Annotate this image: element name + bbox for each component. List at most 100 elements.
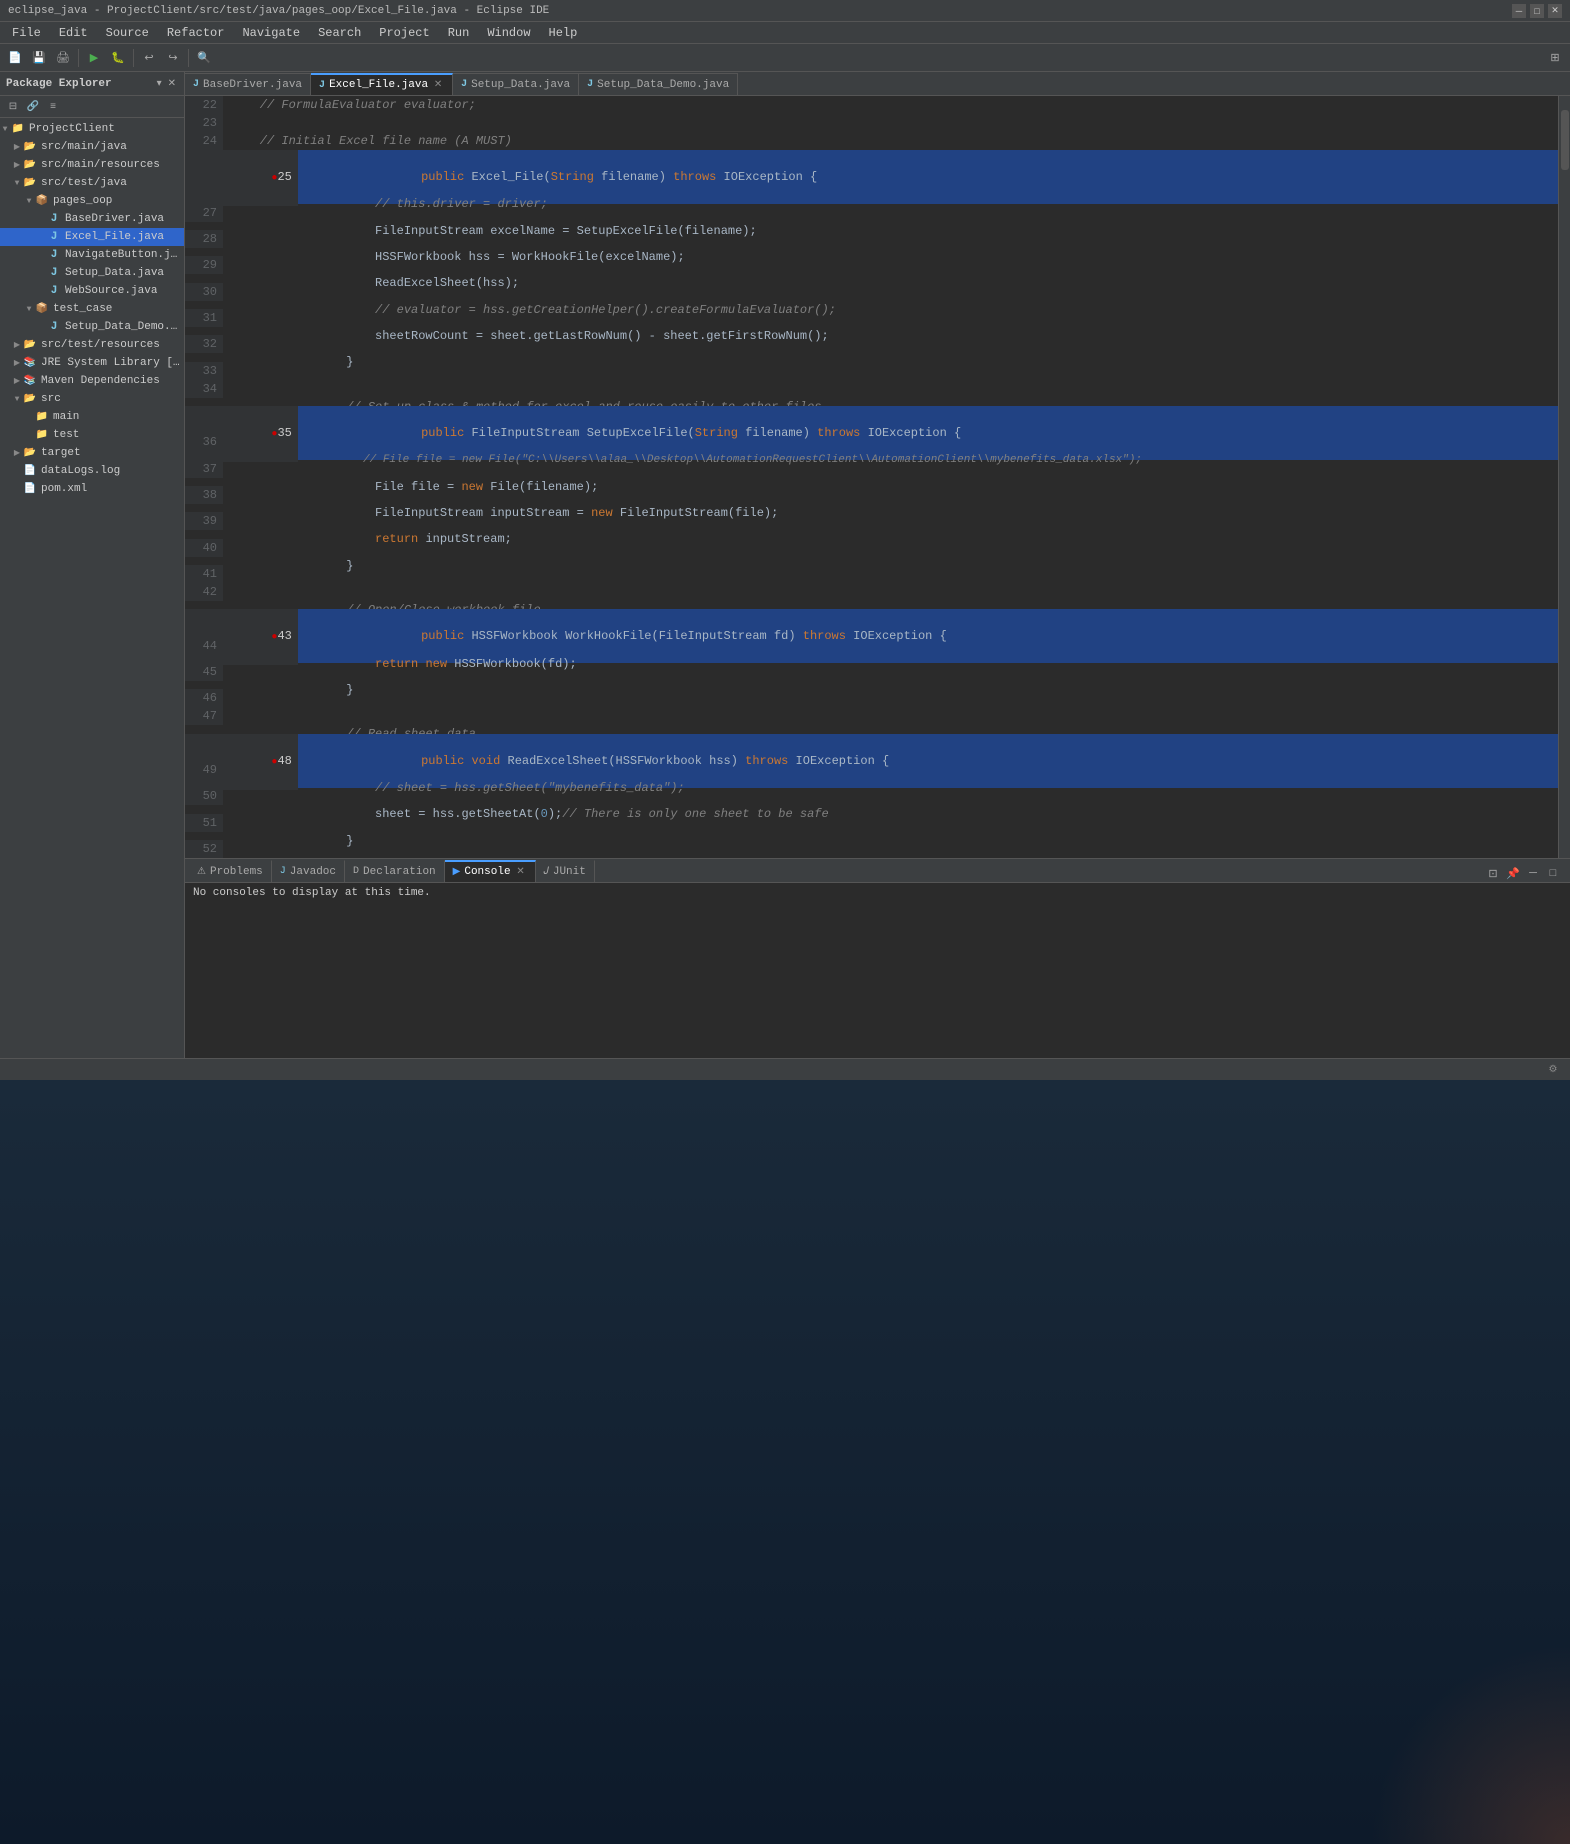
console-content: No consoles to display at this time.	[185, 883, 1570, 1058]
tab-setup-data-demo[interactable]: J Setup_Data_Demo.java	[579, 73, 738, 95]
pe-menu-btn[interactable]: ✕	[166, 77, 178, 91]
tab-excel-file[interactable]: J Excel_File.java ✕	[311, 73, 453, 95]
console-pin-btn[interactable]: 📌	[1504, 864, 1522, 882]
close-button[interactable]: ✕	[1548, 4, 1562, 18]
pom-icon: 📄	[22, 481, 38, 497]
package-explorer-panel: Package Explorer ▾ ✕ ⊟ 🔗 ≡ ▼ 📁 ProjectCl…	[0, 72, 185, 1058]
tree-item-maven[interactable]: ▶ 📚 Maven Dependencies	[0, 372, 184, 390]
tab-declaration[interactable]: D Declaration	[345, 860, 445, 882]
status-settings-btn[interactable]: ⚙	[1544, 1061, 1562, 1079]
src-label: src	[41, 393, 61, 405]
run-button[interactable]: ▶	[83, 47, 105, 69]
line-content-41	[223, 565, 1558, 583]
code-content[interactable]: 22 // FormulaEvaluator evaluator; 23 24 …	[185, 96, 1558, 858]
tree-item-project[interactable]: ▼ 📁 ProjectClient	[0, 120, 184, 138]
target-label: target	[41, 447, 81, 459]
pe-collapse-btn[interactable]: ▾	[155, 77, 164, 91]
search-btn[interactable]: 🔍	[193, 47, 215, 69]
tree-item-test[interactable]: 📁 test	[0, 426, 184, 444]
perspective-btn[interactable]: ⊞	[1544, 47, 1566, 69]
tree-item-target[interactable]: ▶ 📂 target	[0, 444, 184, 462]
src-test-java-label: src/test/java	[41, 177, 127, 189]
redo-button[interactable]: ↪	[162, 47, 184, 69]
tree-item-pages-oop[interactable]: ▼ 📦 pages_oop	[0, 192, 184, 210]
navigate-label: NavigateButton.java	[65, 249, 180, 261]
menu-refactor[interactable]: Refactor	[159, 24, 233, 42]
tree-item-pom[interactable]: 📄 pom.xml	[0, 480, 184, 498]
code-line-33: 33	[185, 362, 1558, 380]
line-num-45: 45	[185, 663, 223, 681]
package-explorer-header: Package Explorer ▾ ✕	[0, 72, 184, 96]
tree-item-src-main-resources[interactable]: ▶ 📂 src/main/resources	[0, 156, 184, 174]
tree-item-setup-data-demo[interactable]: J Setup_Data_Demo.java	[0, 318, 184, 336]
menu-help[interactable]: Help	[541, 24, 586, 42]
code-line-31: 31 sheetRowCount = sheet.getLastRowNum()…	[185, 309, 1558, 335]
pages-oop-icon: 📦	[34, 193, 50, 209]
console-maximize-btn[interactable]: □	[1544, 864, 1562, 882]
tab-junit[interactable]: 𝐽 JUnit	[536, 860, 595, 882]
code-editor: 22 // FormulaEvaluator evaluator; 23 24 …	[185, 96, 1570, 858]
line-num-24: 24	[185, 132, 223, 150]
line-num-38: 38	[185, 486, 223, 504]
pe-menu-btn2[interactable]: ≡	[44, 98, 62, 116]
code-line-50: 50 sheet = hss.getSheetAt(0);// There is…	[185, 787, 1558, 813]
maximize-button[interactable]: □	[1530, 4, 1544, 18]
tree-item-setup-data[interactable]: J Setup_Data.java	[0, 264, 184, 282]
menu-source[interactable]: Source	[98, 24, 157, 42]
pe-collapse-all-btn[interactable]: ⊟	[4, 98, 22, 116]
line-num-32: 32	[185, 335, 223, 353]
tab-console[interactable]: ▶ Console ✕	[445, 860, 536, 882]
line-num-22: 22	[185, 96, 223, 114]
save-button[interactable]: 💾	[28, 47, 50, 69]
declaration-label: Declaration	[363, 866, 436, 878]
bottom-panel-tabs: ⚠ Problems J Javadoc D Declaration ▶ Con…	[185, 859, 1570, 883]
code-line-48: ●48 public void ReadExcelSheet(HSSFWorkb…	[185, 734, 1558, 761]
menu-navigate[interactable]: Navigate	[234, 24, 308, 42]
tree-item-datalogs[interactable]: 📄 dataLogs.log	[0, 462, 184, 480]
line-content-46	[223, 689, 1558, 707]
tab-javadoc[interactable]: J Javadoc	[272, 860, 345, 882]
console-label: Console	[464, 866, 510, 878]
console-clear-btn[interactable]: ⊡	[1484, 864, 1502, 882]
tree-item-main[interactable]: 📁 main	[0, 408, 184, 426]
tab-setup-data[interactable]: J Setup_Data.java	[453, 73, 579, 95]
tree-item-basedriver[interactable]: J BaseDriver.java	[0, 210, 184, 228]
tree-item-src-test-java[interactable]: ▼ 📂 src/test/java	[0, 174, 184, 192]
tree-item-navigate[interactable]: J NavigateButton.java	[0, 246, 184, 264]
new-button[interactable]: 📄	[4, 47, 26, 69]
tab-excel-file-close[interactable]: ✕	[432, 79, 444, 91]
target-arrow: ▶	[12, 448, 22, 458]
print-button[interactable]: 🖨	[52, 47, 74, 69]
console-close[interactable]: ✕	[515, 866, 527, 878]
status-bar: ⚙	[0, 1058, 1570, 1080]
menu-window[interactable]: Window	[479, 24, 538, 42]
tab-basedriver[interactable]: J BaseDriver.java	[185, 73, 311, 95]
code-line-49: 49 // sheet = hss.getSheet("mybenefits_d…	[185, 761, 1558, 787]
minimize-button[interactable]: ─	[1512, 4, 1526, 18]
debug-button[interactable]: 🐛	[107, 47, 129, 69]
undo-button[interactable]: ↩	[138, 47, 160, 69]
menu-run[interactable]: Run	[440, 24, 478, 42]
editor-scrollbar[interactable]	[1558, 96, 1570, 858]
menu-project[interactable]: Project	[371, 24, 437, 42]
menu-file[interactable]: File	[4, 24, 49, 42]
tree-item-src[interactable]: ▼ 📂 src	[0, 390, 184, 408]
tree-item-websource[interactable]: J WebSource.java	[0, 282, 184, 300]
code-line-37: 37 File file = new File(filename);	[185, 460, 1558, 486]
setup-data-demo-label: Setup_Data_Demo.java	[65, 321, 180, 333]
tree-item-test-case[interactable]: ▼ 📦 test_case	[0, 300, 184, 318]
tree-item-jre[interactable]: ▶ 📚 JRE System Library [J2SE-1.5]	[0, 354, 184, 372]
basedriver-label: BaseDriver.java	[65, 213, 164, 225]
excel-file-icon: J	[46, 229, 62, 245]
package-explorer-title: Package Explorer	[6, 78, 155, 90]
pe-link-btn[interactable]: 🔗	[24, 98, 42, 116]
tab-problems[interactable]: ⚠ Problems	[189, 860, 272, 882]
console-minimize-btn[interactable]: ─	[1524, 864, 1542, 882]
menu-search[interactable]: Search	[310, 24, 369, 42]
tree-item-excel-file[interactable]: J Excel_File.java	[0, 228, 184, 246]
menu-edit[interactable]: Edit	[51, 24, 96, 42]
line-content-24: // Initial Excel file name (A MUST)	[223, 132, 1558, 150]
tree-item-src-main-java[interactable]: ▶ 📂 src/main/java	[0, 138, 184, 156]
menu-bar: File Edit Source Refactor Navigate Searc…	[0, 22, 1570, 44]
tree-item-src-test-resources[interactable]: ▶ 📂 src/test/resources	[0, 336, 184, 354]
